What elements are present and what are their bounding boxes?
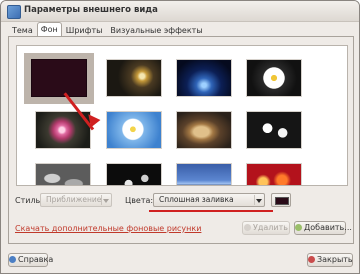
- color-swatch: [275, 197, 289, 205]
- add-icon: [295, 224, 302, 231]
- wallpaper-dark-flowers[interactable]: [106, 163, 162, 185]
- selected-wallpaper-highlight[interactable]: [24, 53, 94, 104]
- remove-button-label: Удалить: [253, 223, 288, 232]
- wallpaper-daisy-on-blue[interactable]: [106, 111, 162, 149]
- add-button-label: Добавить...: [304, 223, 352, 232]
- app-icon: [7, 5, 21, 19]
- wallpaper-night-road[interactable]: [176, 59, 232, 97]
- close-button-label: Закрыть: [317, 255, 353, 264]
- background-tab-panel: Стиль: Приближение Цвета: Сплошная залив…: [8, 36, 354, 244]
- wallpaper-pebbles[interactable]: [35, 163, 91, 185]
- wallpaper-white-daisy[interactable]: [246, 59, 302, 97]
- wallpaper-white-flowers[interactable]: [246, 111, 302, 149]
- tab-fonts[interactable]: Шрифты: [62, 23, 107, 37]
- style-combo-value: Приближение: [46, 195, 102, 204]
- chevron-down-icon: [254, 195, 263, 205]
- colors-combo[interactable]: Сплошная заливка: [153, 193, 265, 207]
- color-picker-button[interactable]: [271, 193, 291, 207]
- colors-label: Цвета:: [125, 196, 154, 205]
- help-button-label: Справка: [18, 255, 54, 264]
- help-icon: [9, 256, 16, 263]
- wallpaper-lamp-bokeh[interactable]: [106, 59, 162, 97]
- remove-icon: [244, 224, 251, 231]
- help-button[interactable]: Справка: [8, 253, 53, 267]
- wallpaper-solid-fill[interactable]: [31, 59, 87, 97]
- window-title: Параметры внешнего вида: [24, 5, 158, 15]
- download-wallpapers-link[interactable]: Скачать дополнительные фоновые рисунки: [15, 224, 201, 233]
- annotation-underline: [149, 210, 273, 212]
- remove-button[interactable]: Удалить: [242, 221, 290, 235]
- tab-theme[interactable]: Тема: [8, 23, 37, 37]
- close-button[interactable]: Закрыть: [307, 253, 353, 267]
- colors-combo-value: Сплошная заливка: [159, 195, 234, 204]
- chevron-down-icon: [101, 195, 110, 205]
- wallpaper-grid[interactable]: [16, 45, 348, 186]
- tab-visual-effects[interactable]: Визуальные эффекты: [106, 23, 206, 37]
- wallpaper-city-lights[interactable]: [176, 163, 232, 185]
- tab-background[interactable]: Фон: [36, 22, 62, 37]
- wallpaper-autumn-leaf[interactable]: [176, 111, 232, 149]
- style-combo[interactable]: Приближение: [40, 193, 112, 207]
- add-button[interactable]: Добавить...: [294, 221, 352, 235]
- tab-bar: Тема Фон Шрифты Визуальные эффекты: [8, 22, 207, 37]
- close-icon: [308, 256, 315, 263]
- appearance-preferences-window: Параметры внешнего вида Тема Фон Шрифты …: [0, 0, 360, 274]
- style-label: Стиль:: [15, 196, 43, 205]
- wallpaper-red-bokeh[interactable]: [246, 163, 302, 185]
- title-bar[interactable]: Параметры внешнего вида: [1, 1, 359, 22]
